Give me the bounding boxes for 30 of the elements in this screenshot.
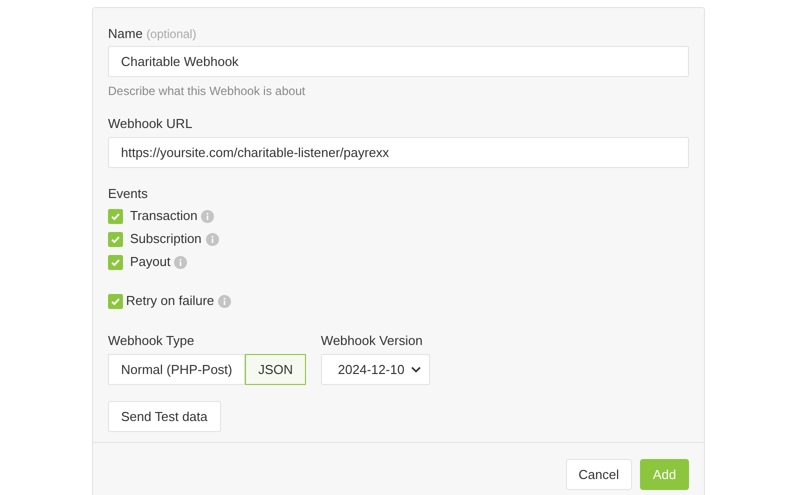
- chevron-icon: [410, 366, 421, 373]
- check-icon: [110, 296, 121, 306]
- cancel-button[interactable]: Cancel: [566, 459, 632, 490]
- info-icon: [201, 210, 214, 222]
- checkbox-label: Payout: [130, 253, 170, 272]
- checkbox-label: Transaction: [130, 207, 198, 226]
- checkbox[interactable]: [108, 294, 123, 308]
- field-label: Webhook Version: [320, 332, 424, 347]
- field-label: Name (optional): [108, 25, 198, 41]
- info-icon: [206, 232, 219, 246]
- type-toggle[interactable]: JSON: [245, 354, 306, 385]
- check-icon: [110, 210, 121, 222]
- check-icon: [110, 256, 121, 268]
- info-icon: [174, 256, 188, 268]
- field-label: Webhook URL: [108, 115, 194, 131]
- send-test-button[interactable]: Send Test data: [108, 401, 220, 432]
- check-icon: [110, 234, 121, 244]
- checkbox-label: Subscription: [130, 230, 202, 248]
- checkbox-label: Retry on failure: [126, 292, 214, 310]
- section-label: Events: [108, 185, 149, 200]
- type-toggle[interactable]: Normal (PHP-Post): [108, 354, 246, 385]
- name-field[interactable]: Charitable Webhook: [108, 46, 689, 77]
- url-field[interactable]: https://yoursite.com/charitable-listener/payrexx: [108, 137, 689, 168]
- checkbox[interactable]: [108, 254, 123, 270]
- checkbox[interactable]: [108, 232, 123, 246]
- version-select[interactable]: 2024-12-10: [320, 354, 430, 385]
- field-label: Webhook Type: [108, 332, 196, 347]
- checkbox[interactable]: [108, 208, 123, 224]
- hint-text: Describe what this Webhook is about: [108, 83, 306, 98]
- info-icon: [218, 294, 232, 308]
